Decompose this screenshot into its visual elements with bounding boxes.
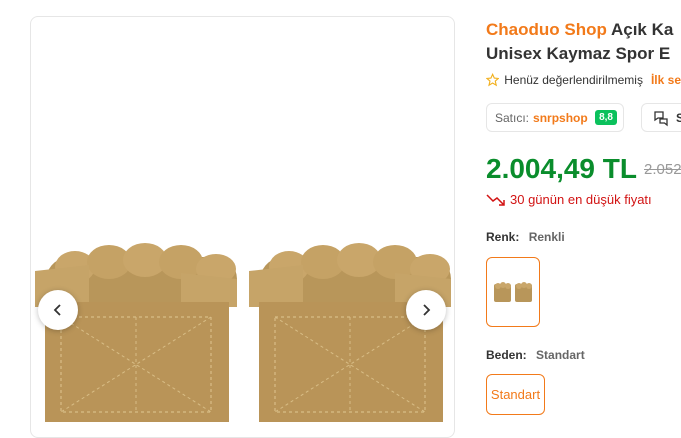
product-gallery	[30, 16, 455, 438]
product-image	[35, 243, 451, 422]
lowest-price-note: 30 günün en düşük fiyatı	[486, 192, 652, 207]
seller-score-badge: 8,8	[595, 110, 617, 125]
brand-link[interactable]: Chaoduo Shop	[486, 20, 607, 39]
chat-bubble-icon	[654, 110, 668, 126]
chevron-left-icon	[53, 304, 61, 316]
seller-name[interactable]: snrpshop	[533, 111, 588, 125]
gallery-next-button[interactable]	[406, 290, 446, 330]
rating-row: Henüz değerlendirilmemiş İlk se	[486, 72, 681, 88]
first-review-link[interactable]: İlk se	[651, 73, 681, 87]
current-price: 2.004,49 TL	[486, 153, 637, 184]
product-title: Chaoduo Shop Açık Ka Unisex Kaymaz Spor …	[486, 20, 674, 63]
size-option-standart[interactable]: Standart	[486, 374, 545, 415]
size-label-row: Beden: Standart	[486, 348, 585, 362]
color-thumbnail	[494, 282, 532, 302]
color-value: Renkli	[528, 230, 565, 244]
gallery-prev-button[interactable]	[38, 290, 78, 330]
seller-box[interactable]: Satıcı: snrpshop 8,8	[486, 103, 624, 132]
seller-label: Satıcı:	[495, 110, 530, 125]
color-label-row: Renk: Renkli	[486, 230, 565, 244]
ask-seller-label: S	[676, 111, 681, 125]
size-label: Beden:	[486, 348, 527, 362]
rating-status: Henüz değerlendirilmemiş	[504, 73, 643, 87]
trend-down-icon	[486, 193, 505, 206]
color-option-renkli[interactable]	[486, 257, 540, 327]
star-icon	[486, 73, 500, 87]
chevron-right-icon	[423, 304, 431, 316]
color-label: Renk:	[486, 230, 520, 244]
size-value: Standart	[536, 348, 585, 362]
old-price: 2.052	[644, 161, 681, 178]
ask-seller-button[interactable]: S	[641, 103, 681, 132]
